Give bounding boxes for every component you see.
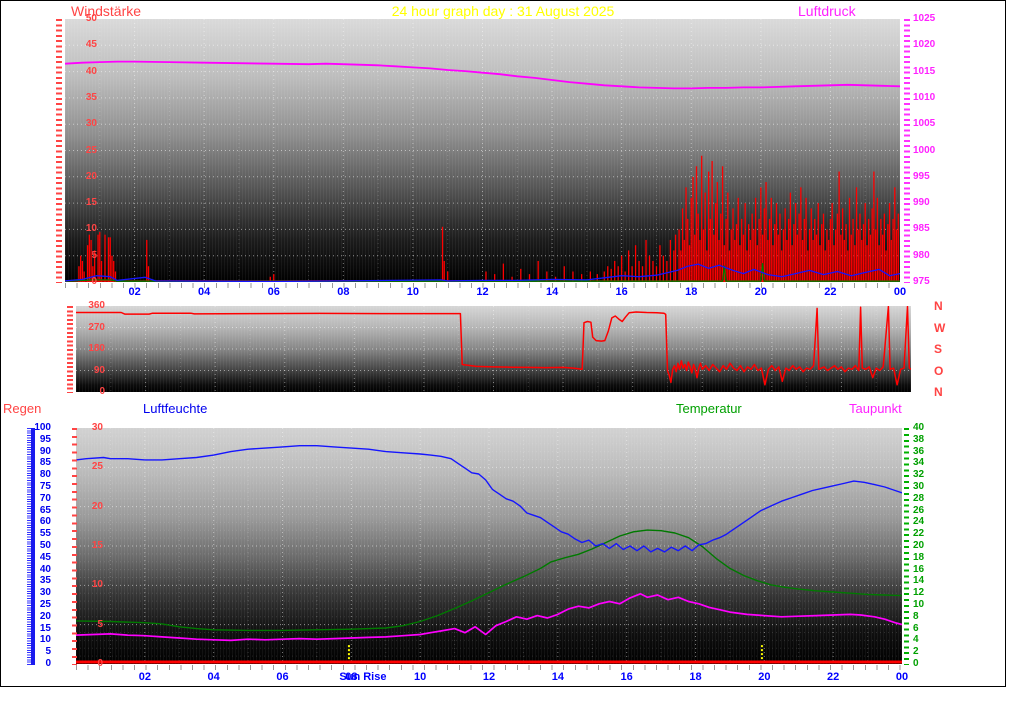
humidity-axis-bar	[31, 428, 35, 665]
bottom-xaxis-minor-ticks	[76, 665, 902, 670]
axis-tick-label: 32	[913, 469, 925, 481]
temperature-right-axis: 40 38 36 34 32 30 28 26 24 22 20 18 16 14 12 10 8 6 4 2 0	[913, 423, 943, 669]
axis-tick-label: 40	[913, 422, 925, 433]
humidity-temp-dew-chart	[76, 428, 902, 664]
axis-tick-label: 1015	[913, 65, 936, 77]
hour-label: 04	[198, 286, 211, 298]
axis-tick-label: N	[934, 299, 943, 313]
hour-label: 00	[893, 286, 907, 298]
temperature-axis-ticks	[904, 428, 909, 665]
axis-tick-label: 34	[913, 457, 925, 469]
wind-left-axis-ticks	[56, 19, 62, 283]
wind-pressure-chart	[65, 19, 900, 282]
hour-label: 16	[615, 286, 628, 298]
humidity-temp-dew-plot	[76, 428, 902, 664]
axis-tick-label: 0	[913, 658, 919, 669]
axis-tick-label: 22	[913, 528, 925, 540]
wind-direction-chart	[76, 306, 911, 392]
axis-tick-label: 975	[913, 276, 930, 287]
hour-label: 22	[824, 286, 837, 298]
hour-label: 02	[138, 671, 151, 683]
hour-label: 14	[551, 671, 564, 683]
pressure-right-axis-ticks	[904, 19, 910, 283]
axis-tick-label: 2	[913, 646, 919, 658]
wind-direction-plot	[76, 306, 911, 392]
humidity-label: Luftfeuchte	[143, 401, 208, 416]
hour-label: 00	[895, 671, 909, 683]
pressure-right-axis: 1025 1020 1015 1010 1005 1000 995 990 985 980 975	[913, 14, 953, 287]
axis-tick-label: 36	[913, 445, 925, 457]
hour-label: 04	[207, 671, 220, 683]
axis-tick-label: O	[934, 363, 944, 378]
hour-label: 02	[128, 286, 141, 298]
hour-label: 10	[414, 671, 427, 683]
axis-tick-label: 990	[913, 197, 930, 209]
hour-label: 20	[754, 286, 767, 298]
axis-tick-label: 18	[913, 551, 925, 563]
hour-label: 18	[685, 286, 698, 298]
pressure-label: Luftdruck	[798, 3, 856, 19]
hour-label: 20	[758, 671, 771, 683]
axis-tick-label: 26	[913, 504, 925, 516]
axis-tick-label: 38	[913, 433, 925, 445]
hour-label: 10	[406, 286, 420, 298]
rain-left-axis: 30 25 20 15 10 5 0	[39, 423, 103, 669]
axis-tick-label: 30	[913, 481, 925, 492]
axis-tick-label: 4	[913, 634, 919, 646]
axis-tick-label: 16	[913, 563, 925, 575]
axis-tick-label: 8	[913, 610, 919, 622]
axis-tick-label: 14	[913, 575, 925, 587]
axis-tick-label: 985	[913, 223, 930, 235]
direction-left-axis: 360 270 180 90 0	[21, 301, 105, 397]
hour-label: 14	[545, 286, 559, 298]
hour-label: 08	[345, 671, 358, 683]
hour-label: 22	[827, 671, 840, 683]
axis-tick-label: 12	[913, 587, 925, 599]
weather-24h-graph-page: Windstärke 24 hour graph day : 31 August…	[0, 0, 1024, 705]
axis-tick-label: 6	[913, 622, 919, 634]
axis-tick-label: 980	[913, 249, 930, 261]
hour-label: 12	[476, 286, 489, 298]
temperature-label: Temperatur	[676, 401, 742, 416]
dewpoint-label: Taupunkt	[849, 401, 902, 416]
hour-label: 16	[620, 671, 633, 683]
hour-label: 06	[276, 671, 289, 683]
hour-label: 06	[267, 286, 280, 298]
axis-tick-label: 1000	[913, 144, 936, 156]
axis-tick-label: 1010	[913, 91, 936, 103]
humidity-left-axis: 100 95 90 85 80 75 70 65 60 55 50 45 40 35 30 25 20 15 10 5…	[3, 423, 51, 669]
axis-tick-label: 10	[913, 599, 925, 610]
axis-tick-label: S	[934, 342, 943, 356]
axis-tick-label: 1025	[913, 13, 936, 24]
hour-label: 18	[689, 671, 702, 683]
hour-label: 12	[482, 671, 496, 683]
top-xaxis-labels: 02 04 06 08 10 12 14 16 18 20 22 00	[65, 286, 906, 300]
axis-tick-label: 1005	[913, 118, 936, 130]
graph-window-frame: Windstärke 24 hour graph day : 31 August…	[0, 0, 1006, 687]
direction-left-axis-ticks	[67, 306, 73, 393]
wind-pressure-plot	[65, 19, 900, 282]
rain-axis-ticks	[72, 428, 77, 665]
direction-compass-axis: NWSON	[934, 300, 954, 398]
axis-tick-label: 24	[913, 516, 925, 528]
hour-label: 08	[337, 286, 350, 298]
axis-tick-label: 20	[913, 540, 925, 551]
rain-label: Regen	[3, 401, 42, 416]
axis-tick-label: W	[934, 320, 946, 335]
wind-left-axis: 50 45 40 35 30 25 20 15 10 5 0	[9, 14, 97, 287]
axis-tick-label: N	[934, 385, 943, 399]
bottom-xaxis-labels: Sun Rise 02 04 06 08 10 12 14 16 18 20 22 00	[76, 671, 908, 685]
axis-tick-label: 995	[913, 170, 930, 182]
axis-tick-label: 28	[913, 492, 925, 504]
axis-tick-label: 1020	[913, 39, 936, 51]
